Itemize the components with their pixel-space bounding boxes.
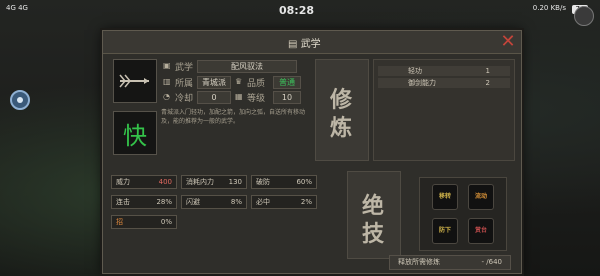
network-speed: 0.20 KB/s	[532, 4, 566, 12]
stat-value: 130	[228, 178, 242, 186]
martial-arts-dialog: ▤ 武学 ✕ 快 ▣ 武学 配风驭法 ▥ 所属 青城派 ♛ 品质 普通 ◔ 冷却…	[102, 30, 522, 274]
skill-name: 配风驭法	[197, 60, 297, 73]
close-button[interactable]: ✕	[499, 33, 517, 51]
floating-assist-button[interactable]	[10, 90, 30, 110]
cultivation-title-panel: 修 炼	[315, 59, 369, 161]
xiu-item-name: 御剑能力	[408, 79, 436, 87]
stat-power: 威力 400	[111, 175, 177, 189]
dialog-title: 武学	[300, 39, 321, 50]
stat-value: 8%	[230, 198, 242, 206]
stat-value: 28%	[156, 198, 172, 206]
stats-panel: 威力 400 消耗内力 130 破防 60% 连击 28% 闪避 8% 必中 2…	[109, 171, 341, 257]
faction-value: 青城派	[197, 76, 231, 89]
skill-icon-box	[113, 59, 157, 103]
level-label: 等级	[247, 94, 266, 104]
faction-icon: ▥	[163, 77, 171, 86]
cooldown-label: 冷却	[175, 94, 194, 104]
stat-accuracy: 必中 2%	[251, 195, 317, 209]
ultimate-title-panel: 绝 技	[347, 171, 401, 259]
stat-label: 消耗内力	[186, 178, 214, 186]
stat-value: 2%	[300, 198, 312, 206]
ultimate-list: 移转 流动 防下 赏台	[419, 177, 507, 251]
requirement-label: 释放所需修炼	[398, 258, 440, 266]
cultivation-requirement-bar: 释放所需修炼 - /640	[389, 255, 511, 270]
chat-icon: ▣	[163, 61, 171, 70]
move-icon-3[interactable]: 防下	[432, 218, 458, 244]
speed-glyph: 快	[123, 122, 147, 150]
stat-combo: 连击 28%	[111, 195, 177, 209]
cultivation-list: 轻功 1 御剑能力 2	[373, 59, 515, 161]
arrow-icon	[119, 74, 149, 88]
stat-label: 破防	[256, 178, 270, 186]
faction-label: 所属	[175, 79, 194, 89]
requirement-value: - /640	[481, 258, 502, 266]
corner-menu-button[interactable]	[574, 6, 594, 26]
stat-value: 60%	[296, 178, 312, 186]
dialog-title-wrap: ▤ 武学	[288, 35, 321, 50]
book-icon: ▤	[288, 39, 298, 50]
quality-label: 品质	[247, 79, 266, 89]
crown-icon: ♛	[235, 77, 243, 86]
stat-label: 连击	[116, 198, 130, 206]
speed-type-box: 快	[113, 111, 157, 155]
move-icon-4[interactable]: 赏台	[468, 218, 494, 244]
stat-label: 必中	[256, 198, 270, 206]
xiu-title-2: 炼	[330, 115, 355, 141]
stat-break-defense: 破防 60%	[251, 175, 317, 189]
quality-value: 普通	[273, 76, 301, 89]
stat-move: 招 0%	[111, 215, 177, 229]
xiu-item-level: 1	[485, 67, 490, 75]
stat-mana-cost: 消耗内力 130	[181, 175, 247, 189]
level-value: 10	[273, 91, 301, 104]
stat-value: 400	[158, 178, 172, 186]
stat-label: 闪避	[186, 198, 200, 206]
move-icon-1[interactable]: 移转	[432, 184, 458, 210]
skill-description: 青城派入门轻功，加配之箭，加向之弧，自送所有移动及，能的推荐为一般的武学。	[161, 109, 306, 125]
dialog-title-bar: ▤ 武学 ✕	[103, 31, 521, 54]
stat-dodge: 闪避 8%	[181, 195, 247, 209]
xiu-item-level: 2	[485, 79, 490, 87]
skill-label: 武学	[175, 63, 194, 73]
jue-title-2: 技	[362, 221, 387, 247]
stat-label: 招	[116, 218, 123, 226]
level-icon: ▦	[235, 92, 243, 101]
list-item[interactable]: 御剑能力 2	[378, 78, 510, 88]
xiu-item-name: 轻功	[408, 67, 422, 75]
stat-label: 威力	[116, 178, 130, 186]
stat-value: 0%	[160, 218, 172, 226]
cooldown-value: 0	[197, 91, 231, 104]
status-time: 08:28	[279, 4, 315, 17]
signal-icons: 4G 4G	[6, 4, 28, 12]
status-bar: 4G 4G 08:28 0.20 KB/s 74	[0, 0, 600, 22]
cooldown-icon: ◔	[163, 92, 170, 101]
move-icon-2[interactable]: 流动	[468, 184, 494, 210]
list-item[interactable]: 轻功 1	[378, 66, 510, 76]
